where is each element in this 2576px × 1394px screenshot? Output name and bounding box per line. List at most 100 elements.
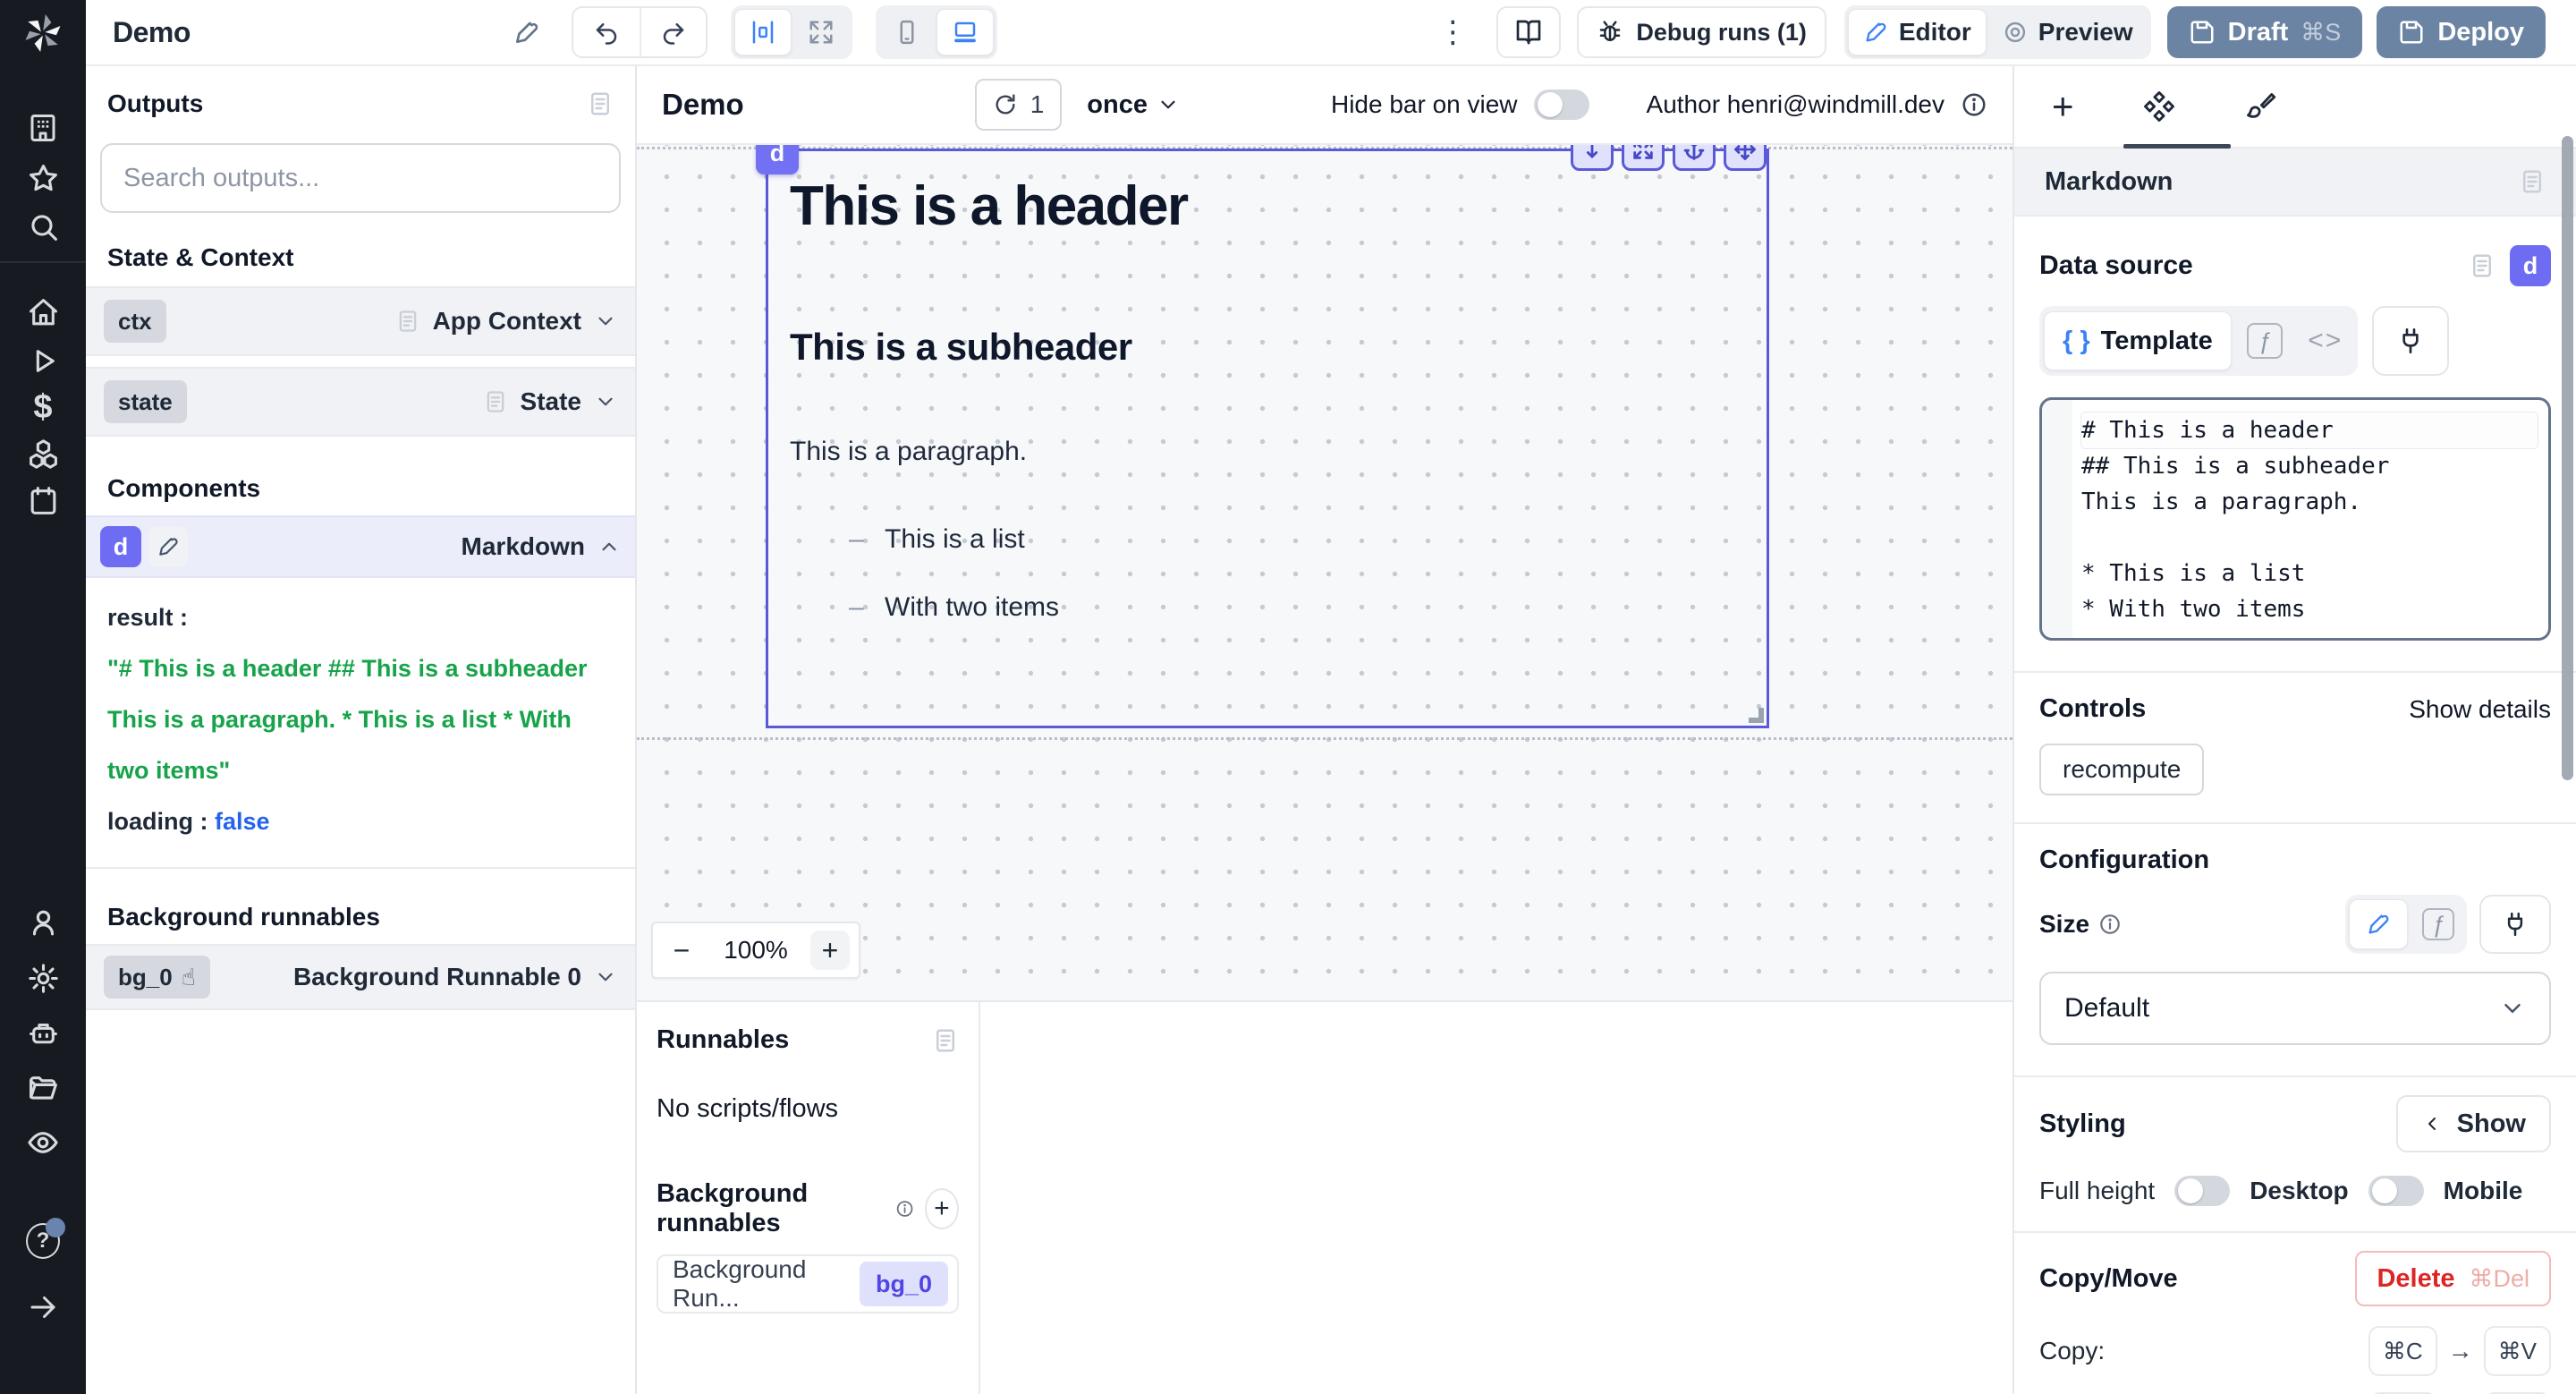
- doc-icon[interactable]: [587, 90, 614, 117]
- doc-icon[interactable]: [2519, 168, 2546, 195]
- doc-icon[interactable]: [932, 1027, 959, 1054]
- editor-preview-toggle: Editor Preview: [1844, 5, 2151, 59]
- settings-icon[interactable]: [26, 961, 60, 995]
- schedules-icon[interactable]: [26, 483, 60, 517]
- chevron-down-icon[interactable]: [594, 390, 617, 413]
- preview-tab[interactable]: Preview: [1988, 9, 2148, 55]
- book-icon: [1514, 18, 1543, 47]
- controls-title: Controls: [2039, 694, 2146, 724]
- components-title: Components: [107, 474, 260, 503]
- recompute-button[interactable]: recompute: [2039, 744, 2204, 795]
- info-icon[interactable]: [895, 1197, 914, 1220]
- component-tag[interactable]: d: [756, 145, 799, 174]
- scrollbar-thumb[interactable]: [2562, 136, 2573, 780]
- doc-icon[interactable]: [2469, 252, 2496, 279]
- fullscreen-button[interactable]: [1622, 145, 1665, 171]
- styling-show-button[interactable]: Show: [2396, 1095, 2551, 1152]
- markdown-template-editor[interactable]: # This is a header ## This is a subheade…: [2039, 397, 2551, 641]
- notification-dot: [46, 1218, 65, 1237]
- more-menu-icon[interactable]: ⋮: [1437, 17, 1468, 47]
- docs-button[interactable]: [1496, 6, 1561, 58]
- folders-icon[interactable]: [26, 1070, 60, 1104]
- grid-row-guide: [637, 737, 2012, 740]
- expand-rail-icon[interactable]: [26, 1290, 60, 1324]
- zoom-out-button[interactable]: −: [662, 931, 701, 970]
- refresh-counter[interactable]: 1: [975, 79, 1063, 131]
- audit-logs-icon[interactable]: [26, 1126, 60, 1160]
- canvas-grid[interactable]: d This is a header This is a subheader T…: [637, 145, 2012, 1000]
- refresh-mode-dropdown[interactable]: once: [1087, 90, 1180, 120]
- code-mode-button[interactable]: <>: [2298, 326, 2353, 356]
- redo-button[interactable]: [640, 8, 706, 56]
- search-icon[interactable]: [26, 209, 60, 243]
- result-key: result: [107, 604, 174, 631]
- size-static-button[interactable]: [2349, 899, 2408, 949]
- windmill-logo-icon: [22, 13, 64, 54]
- debug-runs-label: Debug runs (1): [1636, 19, 1807, 47]
- state-row[interactable]: state State: [86, 367, 635, 437]
- add-background-runnable-button[interactable]: +: [925, 1188, 959, 1229]
- resize-handle[interactable]: [1749, 708, 1764, 723]
- info-icon[interactable]: [2098, 913, 2122, 936]
- chevron-left-icon: [2421, 1113, 2443, 1135]
- state-context-title: State & Context: [107, 243, 293, 272]
- users-icon[interactable]: [26, 905, 60, 939]
- connect-plug-button[interactable]: [2479, 895, 2551, 954]
- search-outputs-input[interactable]: [123, 164, 597, 193]
- editor-tab[interactable]: Editor: [1848, 9, 1987, 55]
- bg-runnable-row[interactable]: bg_0☝ Background Runnable 0: [86, 944, 635, 1010]
- code-line: * With two items: [2081, 591, 2538, 627]
- move-button[interactable]: [1724, 145, 1767, 171]
- mobile-view-button[interactable]: [879, 9, 935, 55]
- connect-plug-button[interactable]: [2372, 306, 2449, 376]
- size-select[interactable]: Default: [2039, 972, 2551, 1045]
- chevron-down-icon[interactable]: [594, 965, 617, 989]
- info-icon[interactable]: [1961, 91, 1987, 118]
- template-label: Template: [2101, 327, 2213, 356]
- component-settings-tab[interactable]: [2142, 89, 2176, 123]
- windmill-app-editor: $ ? Demo ⋮ Debug runs (1): [0, 0, 2576, 1394]
- favorites-icon[interactable]: [26, 161, 60, 195]
- hide-bar-toggle[interactable]: [1534, 89, 1589, 120]
- help-icon[interactable]: ?: [26, 1224, 60, 1258]
- zoom-in-button[interactable]: +: [810, 931, 850, 970]
- ctx-row[interactable]: ctx App Context: [86, 286, 635, 356]
- state-chip: state: [104, 380, 187, 423]
- chevron-up-icon[interactable]: [597, 535, 621, 558]
- expand-down-button[interactable]: [1571, 145, 1614, 171]
- show-details-link[interactable]: Show details: [2409, 695, 2551, 724]
- fx-mode-button[interactable]: ƒ: [2237, 323, 2292, 359]
- full-height-toggle[interactable]: [2174, 1176, 2230, 1206]
- styling-tab[interactable]: [2244, 90, 2276, 123]
- component-d-row[interactable]: d Markdown: [86, 515, 635, 578]
- workers-icon[interactable]: [26, 1016, 60, 1050]
- windmill-logo[interactable]: [0, 0, 86, 66]
- home-icon[interactable]: [26, 295, 60, 329]
- markdown-component[interactable]: d This is a header This is a subheader T…: [766, 149, 1769, 728]
- debug-runs-button[interactable]: Debug runs (1): [1577, 6, 1826, 58]
- fullwidth-layout-button[interactable]: [793, 9, 849, 55]
- centered-layout-button[interactable]: [734, 9, 792, 55]
- rename-component-icon[interactable]: [148, 527, 188, 566]
- canvas-header: Demo 1 once Hide bar on view Author henr…: [637, 66, 2012, 145]
- size-mode-toggle: ƒ: [2345, 895, 2467, 954]
- delete-button[interactable]: Delete ⌘Del: [2355, 1251, 2551, 1306]
- chevron-down-icon[interactable]: [594, 310, 617, 333]
- insert-component-tab[interactable]: +: [2052, 88, 2074, 125]
- size-fx-button[interactable]: ƒ: [2413, 908, 2463, 940]
- bg-runnable-item[interactable]: Background Run... bg_0: [657, 1254, 959, 1313]
- draft-button[interactable]: Draft ⌘S: [2167, 6, 2363, 58]
- runs-icon[interactable]: [26, 344, 60, 378]
- device-toggle: [876, 5, 997, 59]
- desktop-toggle[interactable]: [2368, 1176, 2424, 1206]
- anchor-button[interactable]: [1673, 145, 1716, 171]
- workspace-icon[interactable]: [26, 111, 60, 145]
- edit-title-icon[interactable]: [513, 18, 541, 47]
- desktop-view-button[interactable]: [936, 9, 994, 55]
- undo-button[interactable]: [573, 8, 640, 56]
- variables-icon[interactable]: $: [26, 390, 60, 424]
- hide-bar-label: Hide bar on view: [1331, 90, 1518, 119]
- template-mode-button[interactable]: { } Template: [2044, 311, 2232, 370]
- resources-icon[interactable]: [26, 437, 60, 471]
- deploy-button[interactable]: Deploy: [2377, 6, 2546, 58]
